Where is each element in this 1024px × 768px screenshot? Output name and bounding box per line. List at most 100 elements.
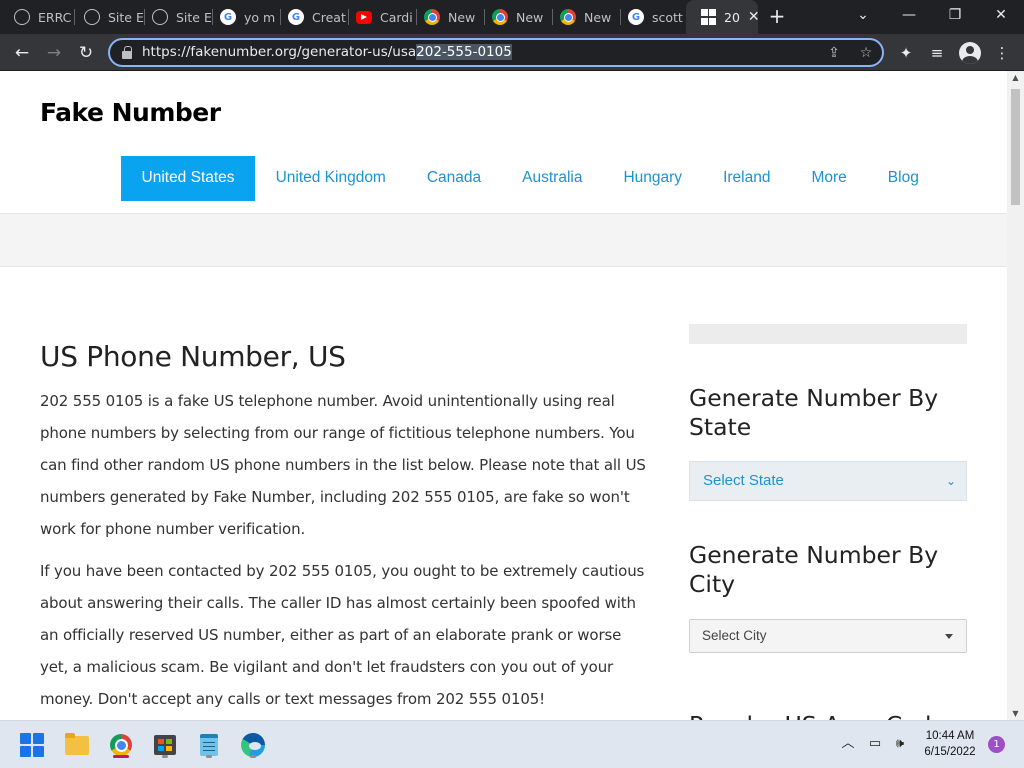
reload-button[interactable]: ↻ (74, 41, 98, 65)
main-content: US Phone Number, US 202 555 0105 is a fa… (0, 267, 1007, 720)
url-text[interactable]: https://fakenumber.org/generator-us/usa2… (142, 44, 512, 60)
nav-united-kingdom[interactable]: United Kingdom (255, 156, 406, 201)
caret-down-icon (945, 634, 953, 639)
browser-tab[interactable]: New (546, 6, 621, 28)
chrome-icon (424, 9, 440, 25)
nav-ireland[interactable]: Ireland (703, 156, 791, 201)
windows-taskbar: ︿ ▭ 🕪 10:44 AM 6/15/2022 1 (0, 720, 1024, 768)
nav-blog[interactable]: Blog (867, 156, 939, 201)
minimize-button[interactable]: — (894, 4, 924, 26)
tab-title: Cardi (380, 9, 413, 25)
browser-tab[interactable]: New (410, 6, 485, 28)
start-icon (20, 733, 44, 757)
select-city-value: Select City (702, 628, 767, 643)
tab-title: New (516, 9, 544, 25)
chrome-icon (110, 734, 132, 756)
forward-button[interactable]: → (42, 41, 66, 65)
new-tab-button[interactable]: + (766, 5, 788, 27)
clock-time: 10:44 AM (925, 730, 975, 742)
browser-toolbar: ← → ↻ https://fakenumber.org/generator-u… (0, 34, 1024, 71)
tab-title: Creat (312, 9, 346, 25)
ad-band (0, 214, 1007, 267)
globe-icon (84, 9, 100, 25)
globe-icon (14, 9, 30, 25)
browser-tab[interactable]: Gscott (614, 6, 689, 28)
share-icon[interactable]: ⇪ (825, 44, 843, 62)
volume-icon[interactable]: 🕪 (891, 735, 909, 753)
tab-bar: ERRC Site E Site E Gyo m G Creat Cardi Ne… (0, 0, 1024, 34)
chrome-icon (492, 9, 508, 25)
warning-paragraph: If you have been contacted by 202 555 01… (40, 562, 645, 708)
browser-tab[interactable]: Gyo m (206, 6, 281, 28)
chevron-up-icon[interactable]: ︿ (839, 735, 857, 753)
country-nav: United States United Kingdom Canada Aust… (121, 156, 939, 201)
chrome-icon (560, 9, 576, 25)
chevron-down-icon: ⌄ (945, 474, 956, 488)
page-viewport: Fake Number United States United Kingdom… (0, 71, 1024, 720)
store-button[interactable] (149, 729, 181, 761)
tab-search-icon[interactable]: ⌄ (848, 4, 878, 26)
google-icon: G (628, 9, 644, 25)
network-icon[interactable]: ▭ (866, 735, 884, 753)
google-icon: G (220, 9, 236, 25)
page-title: US Phone Number, US (40, 340, 346, 373)
scrollbar-thumb[interactable] (1011, 89, 1020, 205)
browser-tab[interactable]: New (478, 6, 553, 28)
scroll-down-icon[interactable]: ▼ (1010, 709, 1021, 718)
sidebar-placeholder (689, 324, 967, 344)
browser-tab[interactable]: Site E (138, 6, 213, 28)
tab-title: New (448, 9, 476, 25)
tab-title: yo m (244, 9, 276, 25)
youtube-icon (356, 10, 372, 24)
intro-paragraph: 202 555 0105 is a fake US telephone numb… (40, 392, 646, 538)
extensions-puzzle-icon[interactable]: ✦ (895, 42, 917, 64)
file-explorer-button[interactable] (61, 729, 93, 761)
sidebar-heading-state: Generate Number By State (689, 384, 939, 441)
tab-title: ERRC (38, 9, 72, 25)
nav-canada[interactable]: Canada (406, 156, 501, 201)
nav-united-states[interactable]: United States (121, 156, 256, 201)
sidebar-heading-popular: Popular US Area Codes (689, 711, 979, 720)
system-clock[interactable]: 10:44 AM 6/15/2022 (918, 728, 982, 760)
tab-title: New (584, 9, 612, 25)
notepad-button[interactable] (193, 729, 225, 761)
notepad-icon (200, 734, 218, 756)
close-tab-icon[interactable]: ✕ (748, 9, 758, 25)
edge-button[interactable] (237, 729, 269, 761)
scroll-up-icon[interactable]: ▲ (1010, 73, 1021, 82)
file-explorer-icon (65, 732, 89, 755)
browser-tab[interactable]: G Creat (274, 6, 349, 28)
store-icon (154, 735, 176, 755)
back-button[interactable]: ← (10, 41, 34, 65)
address-bar[interactable]: https://fakenumber.org/generator-us/usa2… (108, 38, 884, 67)
close-window-button[interactable]: ✕ (986, 4, 1016, 26)
nav-more[interactable]: More (791, 156, 867, 201)
bookmark-star-icon[interactable]: ☆ (857, 44, 875, 62)
browser-tab[interactable]: ERRC (0, 6, 75, 28)
browser-tab-active[interactable]: 20 ✕ (686, 0, 758, 34)
notification-badge[interactable]: 1 (988, 736, 1005, 753)
browser-tab[interactable]: Site E (70, 6, 145, 28)
page-scrollbar[interactable]: ▲ ▼ (1007, 71, 1024, 720)
select-state-value: Select State (703, 472, 784, 489)
tab-title: scott (652, 9, 683, 25)
edge-icon (241, 733, 265, 757)
maximize-button[interactable]: ❐ (940, 4, 970, 26)
profile-avatar[interactable] (959, 42, 981, 64)
select-state-dropdown[interactable]: Select State ⌄ (689, 461, 967, 501)
start-button[interactable] (16, 729, 48, 761)
lock-icon[interactable] (122, 46, 132, 59)
google-icon: G (288, 9, 304, 25)
menu-kebab-icon[interactable]: ⋮ (991, 42, 1013, 64)
tab-title: 20 (724, 9, 740, 25)
clock-date: 6/15/2022 (924, 746, 976, 758)
chrome-taskbar-button[interactable] (105, 729, 137, 761)
nav-hungary[interactable]: Hungary (603, 156, 703, 201)
nav-australia[interactable]: Australia (502, 156, 603, 201)
globe-icon (152, 9, 168, 25)
site-logo[interactable]: Fake Number (40, 98, 221, 127)
browser-tab[interactable]: Cardi (342, 6, 417, 28)
media-queue-icon[interactable]: ≡ (926, 42, 948, 64)
select-city-dropdown[interactable]: Select City (689, 619, 967, 653)
sidebar-heading-city: Generate Number By City (689, 541, 939, 598)
